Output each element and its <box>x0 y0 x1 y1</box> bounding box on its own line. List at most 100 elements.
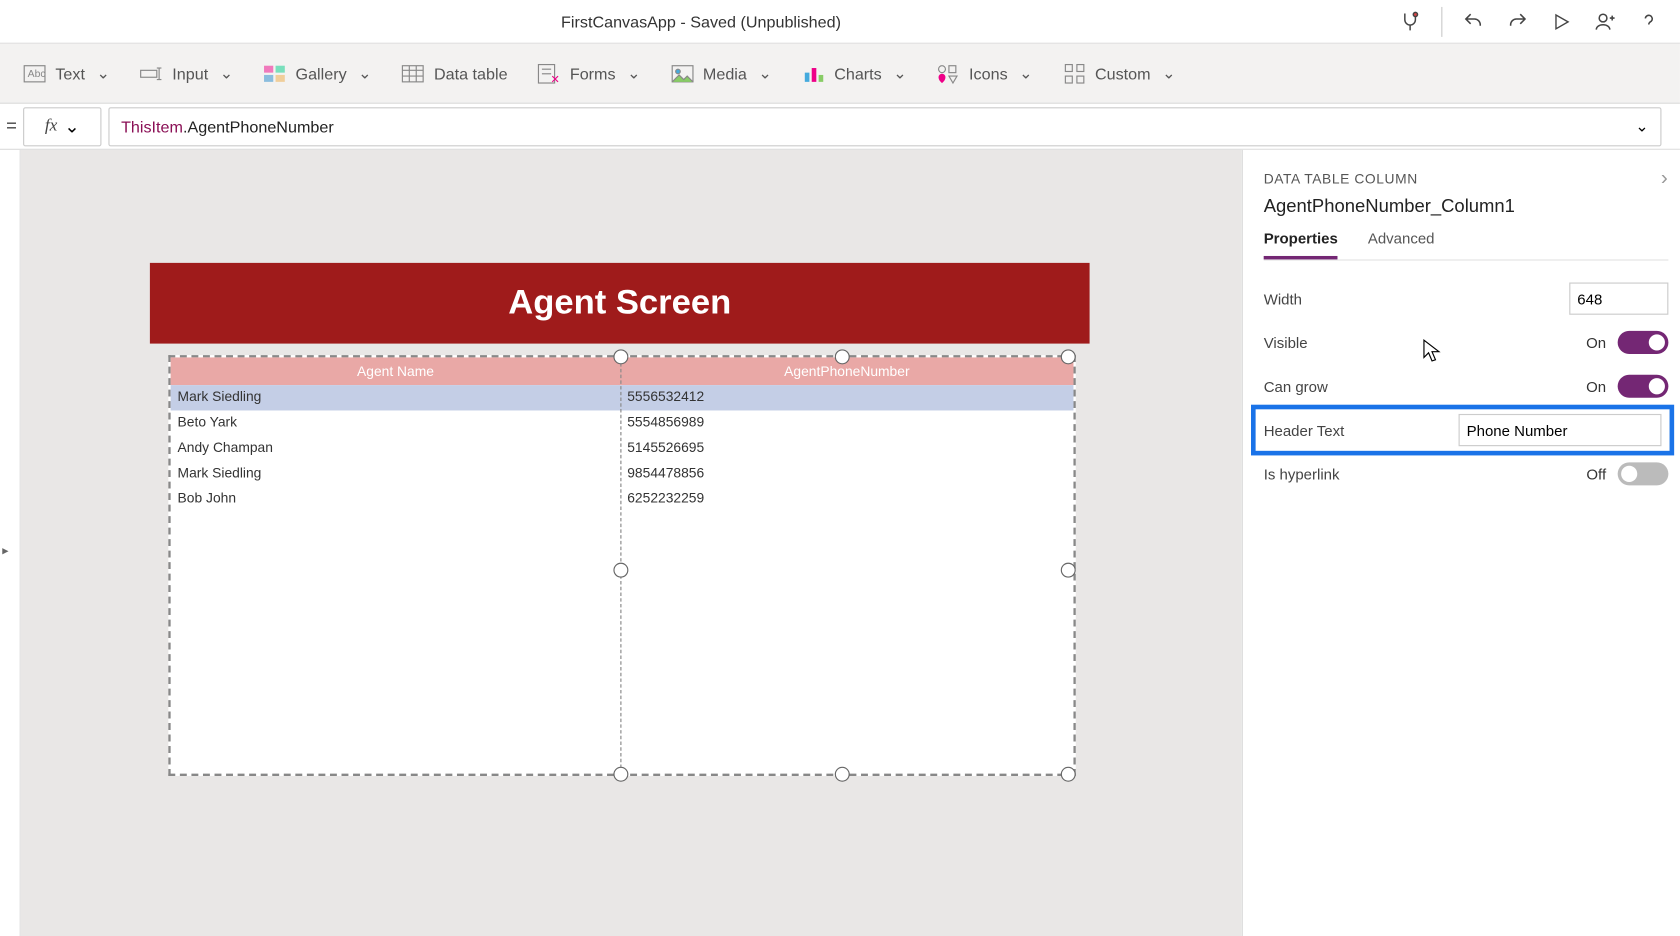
undo-icon[interactable] <box>1454 2 1493 41</box>
cell: Andy Champan <box>171 436 621 461</box>
prop-label: Can grow <box>1264 378 1328 395</box>
table-row[interactable]: Beto Yark 5554856989 <box>171 410 1074 435</box>
screen-title: Agent Screen <box>150 263 1090 344</box>
fx-icon: fx <box>45 116 57 136</box>
resize-handle[interactable] <box>835 767 850 782</box>
forms-icon <box>538 62 561 85</box>
left-rail[interactable]: ▸ <box>0 150 21 936</box>
cell: Bob John <box>171 487 621 512</box>
chevron-down-icon: ⌄ <box>1019 63 1033 83</box>
ribbon-icons-label: Icons <box>969 64 1008 82</box>
cell: Mark Siedling <box>171 461 621 486</box>
table-row[interactable]: Andy Champan 5145526695 <box>171 436 1074 461</box>
control-name: AgentPhoneNumber_Column1 <box>1264 197 1669 218</box>
gallery-icon <box>263 62 286 85</box>
table-row[interactable]: Mark Siedling 9854478856 <box>171 461 1074 486</box>
ribbon-media[interactable]: Media ⌄ <box>668 57 774 89</box>
app-title: FirstCanvasApp - Saved (Unpublished) <box>12 12 1391 30</box>
chevron-down-icon: ⌄ <box>1635 116 1649 136</box>
health-check-icon[interactable] <box>1391 2 1430 41</box>
ribbon-datatable-label: Data table <box>434 64 508 82</box>
ribbon-custom[interactable]: Custom ⌄ <box>1060 57 1178 89</box>
help-icon[interactable] <box>1629 2 1668 41</box>
ribbon-gallery[interactable]: Gallery ⌄ <box>261 57 374 89</box>
share-icon[interactable] <box>1585 2 1624 41</box>
play-icon[interactable] <box>1542 2 1581 41</box>
prop-label: Width <box>1264 290 1302 307</box>
ribbon-text-label: Text <box>55 64 85 82</box>
chevron-down-icon: ⌄ <box>64 115 79 138</box>
tab-properties[interactable]: Properties <box>1264 229 1338 259</box>
prop-label: Header Text <box>1264 421 1345 438</box>
visible-toggle[interactable] <box>1618 331 1669 354</box>
table-row[interactable]: Bob John 6252232259 <box>171 487 1074 512</box>
expand-arrow-icon: ▸ <box>2 543 8 558</box>
datatable-icon <box>402 62 425 85</box>
ribbon-gallery-label: Gallery <box>296 64 347 82</box>
cell: 9854478856 <box>620 461 1073 486</box>
headertext-input[interactable] <box>1459 414 1662 446</box>
chevron-down-icon: ⌄ <box>220 63 234 83</box>
prop-width: Width <box>1264 277 1669 321</box>
resize-handle[interactable] <box>835 349 850 364</box>
media-icon <box>671 62 694 85</box>
formula-token-thisitem: ThisItem <box>121 117 183 135</box>
prop-hyperlink: Is hyperlink Off <box>1264 452 1669 496</box>
ribbon-datatable[interactable]: Data table <box>399 57 509 89</box>
titlebar: FirstCanvasApp - Saved (Unpublished) <box>0 0 1680 44</box>
resize-handle[interactable] <box>613 563 628 578</box>
width-input[interactable] <box>1569 282 1668 314</box>
cell: 5554856989 <box>620 410 1073 435</box>
prop-label: Visible <box>1264 334 1308 351</box>
chevron-down-icon: ⌄ <box>627 63 641 83</box>
ribbon-charts-label: Charts <box>834 64 882 82</box>
insert-ribbon: Abc Text ⌄ Input ⌄ Gallery ⌄ Data table … <box>0 44 1680 104</box>
resize-handle[interactable] <box>1061 349 1076 364</box>
table-row[interactable]: Mark Siedling 5556532412 <box>171 385 1074 410</box>
text-icon: Abc <box>23 62 46 85</box>
chevron-down-icon: ⌄ <box>758 63 772 83</box>
prop-visible: Visible On <box>1264 321 1669 365</box>
resize-handle[interactable] <box>1061 767 1076 782</box>
svg-text:Abc: Abc <box>28 69 46 80</box>
cell: 5556532412 <box>620 385 1073 410</box>
tab-advanced[interactable]: Advanced <box>1368 229 1435 259</box>
cell: 6252232259 <box>620 487 1073 512</box>
icons-icon <box>937 62 960 85</box>
prop-label: Is hyperlink <box>1264 465 1340 482</box>
chevron-down-icon: ⌄ <box>358 63 372 83</box>
ribbon-icons[interactable]: Icons ⌄ <box>934 57 1035 89</box>
ribbon-input-label: Input <box>172 64 208 82</box>
input-icon <box>140 62 163 85</box>
chevron-down-icon: ⌄ <box>1162 63 1176 83</box>
formula-token-member: .AgentPhoneNumber <box>183 117 334 135</box>
toggle-state: Off <box>1586 465 1606 482</box>
formula-input[interactable]: ThisItem.AgentPhoneNumber ⌄ <box>108 107 1661 146</box>
resize-handle[interactable] <box>1061 563 1076 578</box>
redo-icon[interactable] <box>1498 2 1537 41</box>
fx-dropdown[interactable]: fx ⌄ <box>23 107 101 146</box>
canvas[interactable]: Agent Screen Agent Name AgentPhoneNumber… <box>21 150 1242 936</box>
props-section: DATA TABLE COLUMN › <box>1264 166 1669 190</box>
prop-headertext: Header Text <box>1254 408 1670 452</box>
ribbon-text[interactable]: Abc Text ⌄ <box>21 57 113 89</box>
chevron-right-icon[interactable]: › <box>1661 166 1668 190</box>
hyperlink-toggle[interactable] <box>1618 462 1669 485</box>
data-table-control[interactable]: Agent Name AgentPhoneNumber Mark Siedlin… <box>168 355 1075 776</box>
charts-icon <box>802 62 825 85</box>
resize-handle[interactable] <box>613 349 628 364</box>
ribbon-charts[interactable]: Charts ⌄ <box>800 57 909 89</box>
equals-label: = <box>0 116 23 137</box>
col-header[interactable]: Agent Name <box>171 357 621 385</box>
ribbon-forms-label: Forms <box>570 64 616 82</box>
ribbon-input[interactable]: Input ⌄ <box>138 57 236 89</box>
cangrow-toggle[interactable] <box>1618 375 1669 398</box>
cell: Beto Yark <box>171 410 621 435</box>
cell: Mark Siedling <box>171 385 621 410</box>
properties-pane: DATA TABLE COLUMN › AgentPhoneNumber_Col… <box>1242 150 1680 936</box>
ribbon-forms[interactable]: Forms ⌄ <box>535 57 643 89</box>
chevron-down-icon: ⌄ <box>96 63 110 83</box>
chevron-down-icon: ⌄ <box>893 63 907 83</box>
resize-handle[interactable] <box>613 767 628 782</box>
custom-icon <box>1063 62 1086 85</box>
